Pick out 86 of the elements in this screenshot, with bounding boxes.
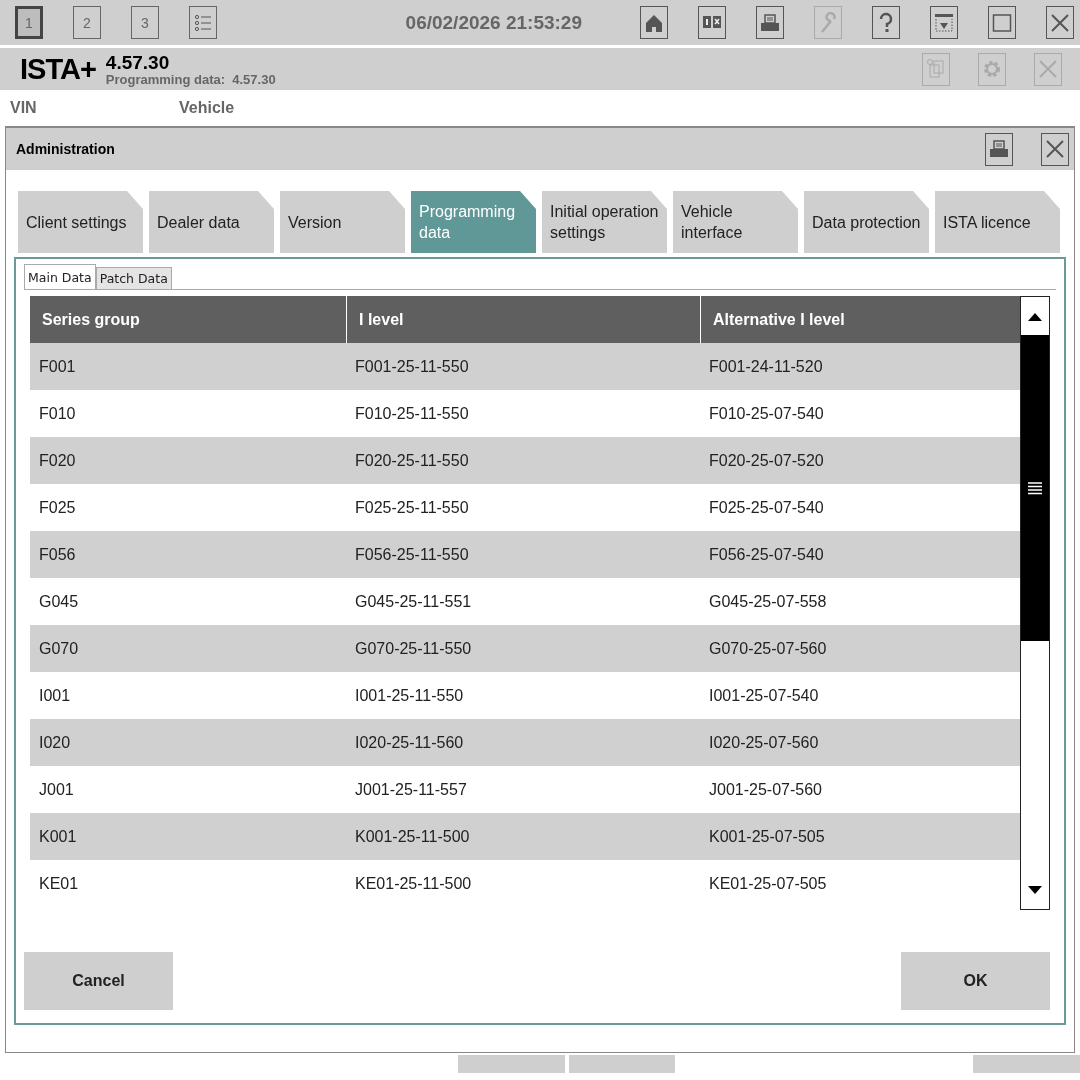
table-cell-text: F025-25-07-540 <box>708 498 825 517</box>
scrollbar[interactable] <box>1020 296 1050 910</box>
table-cell-text: F056 <box>38 545 77 564</box>
toolbar-button[interactable] <box>930 6 958 39</box>
table-cell-text: G070-25-07-560 <box>708 639 828 658</box>
wrench-icon <box>818 11 838 34</box>
programming-data-version: Programming data: 4.57.30 <box>105 71 276 88</box>
list-button[interactable] <box>189 6 217 39</box>
download-icon <box>934 11 954 34</box>
table-cell-text: I001-25-11-550 <box>354 686 465 705</box>
dialog-title: Administration <box>16 141 115 157</box>
table-row[interactable]: F056 F056-25-11-550 F056-25-07-540 <box>30 531 1020 578</box>
tab[interactable]: Data protection <box>804 191 929 253</box>
toolbar-button[interactable] <box>756 6 784 39</box>
table-cell-text: F010-25-11-550 <box>354 404 470 423</box>
toolbar-button[interactable] <box>640 6 668 39</box>
settings-icon <box>982 58 1002 80</box>
table-cell-text: KE01-25-11-500 <box>354 874 473 893</box>
subtab[interactable]: Main Data <box>24 264 96 289</box>
table-row[interactable]: K001 K001-25-11-500 K001-25-07-505 <box>30 813 1020 860</box>
ok-button[interactable]: OK <box>901 952 1050 1010</box>
table-row[interactable]: F020 F020-25-11-550 F020-25-07-520 <box>30 437 1020 484</box>
version-number: 4.57.30 <box>105 52 171 72</box>
printer-icon <box>989 138 1009 160</box>
toolbar-button[interactable] <box>1046 6 1074 39</box>
table-cell-text: J001-25-07-560 <box>708 780 823 799</box>
scroll-thumb[interactable] <box>1021 335 1049 641</box>
table-cell-text: K001-25-11-500 <box>354 827 471 846</box>
table-cell-text: I001 <box>38 686 72 705</box>
table-cell-text: K001-25-07-505 <box>708 827 826 846</box>
toolbar-button[interactable] <box>698 6 726 39</box>
close-button[interactable] <box>1041 132 1069 166</box>
tab[interactable]: Version <box>280 191 405 253</box>
table-cell-text: F025 <box>38 498 77 517</box>
close-icon <box>1045 138 1065 160</box>
table-cell-text: F010 <box>38 404 77 423</box>
table-cell-text: F020 <box>38 451 77 470</box>
table-cell-text: F001-24-11-520 <box>708 357 824 376</box>
table-cell-text: F020-25-11-550 <box>354 451 470 470</box>
tab[interactable]: Dealer data <box>149 191 274 253</box>
table-cell-text: F010-25-07-540 <box>708 404 825 423</box>
table-cell-text: I001-25-07-540 <box>708 686 820 705</box>
table-cell-text: F025-25-11-550 <box>354 498 470 517</box>
vehicle-label: Vehicle <box>179 99 235 117</box>
table-cell-text: F001-25-11-550 <box>354 357 470 376</box>
table-cell-text: I020-25-11-560 <box>354 733 465 752</box>
table-cell-text: G070 <box>38 639 80 658</box>
subtab[interactable]: Patch Data <box>95 267 172 289</box>
table-cell-text: I020 <box>38 733 72 752</box>
table-cell-text: I020-25-07-560 <box>708 733 820 752</box>
grip-icon <box>1028 481 1042 495</box>
table-cell-text: G070-25-11-550 <box>354 639 473 658</box>
table-cell-text: F020-25-07-520 <box>708 451 825 470</box>
toolbar-button[interactable] <box>872 6 900 39</box>
maximize-icon <box>992 11 1012 34</box>
tab[interactable]: Client settings <box>18 191 143 253</box>
cancel-button[interactable]: Cancel <box>24 952 173 1010</box>
printer-icon <box>760 11 780 34</box>
print-button[interactable] <box>985 132 1013 166</box>
toolbar-button[interactable] <box>988 6 1016 39</box>
close-icon <box>1050 11 1070 34</box>
tab[interactable]: ISTA licence <box>935 191 1060 253</box>
workspace-button[interactable]: 3 <box>131 6 159 39</box>
table-cell-text: F001 <box>38 357 77 376</box>
table-cell-text: F056-25-07-540 <box>708 545 825 564</box>
table-cell-text: F056-25-11-550 <box>354 545 470 564</box>
workspace-button[interactable]: 2 <box>73 6 101 39</box>
table-row[interactable]: G070 G070-25-11-550 G070-25-07-560 <box>30 625 1020 672</box>
date-time: 06/02/2026 21:53:29 <box>405 11 582 34</box>
tab[interactable]: Initial operation settings <box>542 191 667 253</box>
app-name: ISTA+ <box>20 52 96 86</box>
column-header[interactable]: Series group <box>30 296 346 343</box>
table-row[interactable]: F001 F001-25-11-550 F001-24-11-520 <box>30 343 1020 390</box>
documents-icon <box>926 58 946 80</box>
table-row[interactable]: I020 I020-25-11-560 I020-25-07-560 <box>30 719 1020 766</box>
close-icon <box>1038 58 1058 80</box>
table-cell-text: J001 <box>38 780 75 799</box>
table-cell-text: KE01-25-07-505 <box>708 874 828 893</box>
table-cell-text: KE01 <box>38 874 80 893</box>
table-cell-text: G045-25-07-558 <box>708 592 828 611</box>
table-cell-text: G045 <box>38 592 80 611</box>
tab[interactable]: Vehicle interface <box>673 191 798 253</box>
table-cell-text: K001 <box>38 827 78 846</box>
vin-label: VIN <box>10 99 38 117</box>
table-cell-text: G045-25-11-551 <box>354 592 473 611</box>
table-cell-text: J001-25-11-557 <box>354 780 468 799</box>
